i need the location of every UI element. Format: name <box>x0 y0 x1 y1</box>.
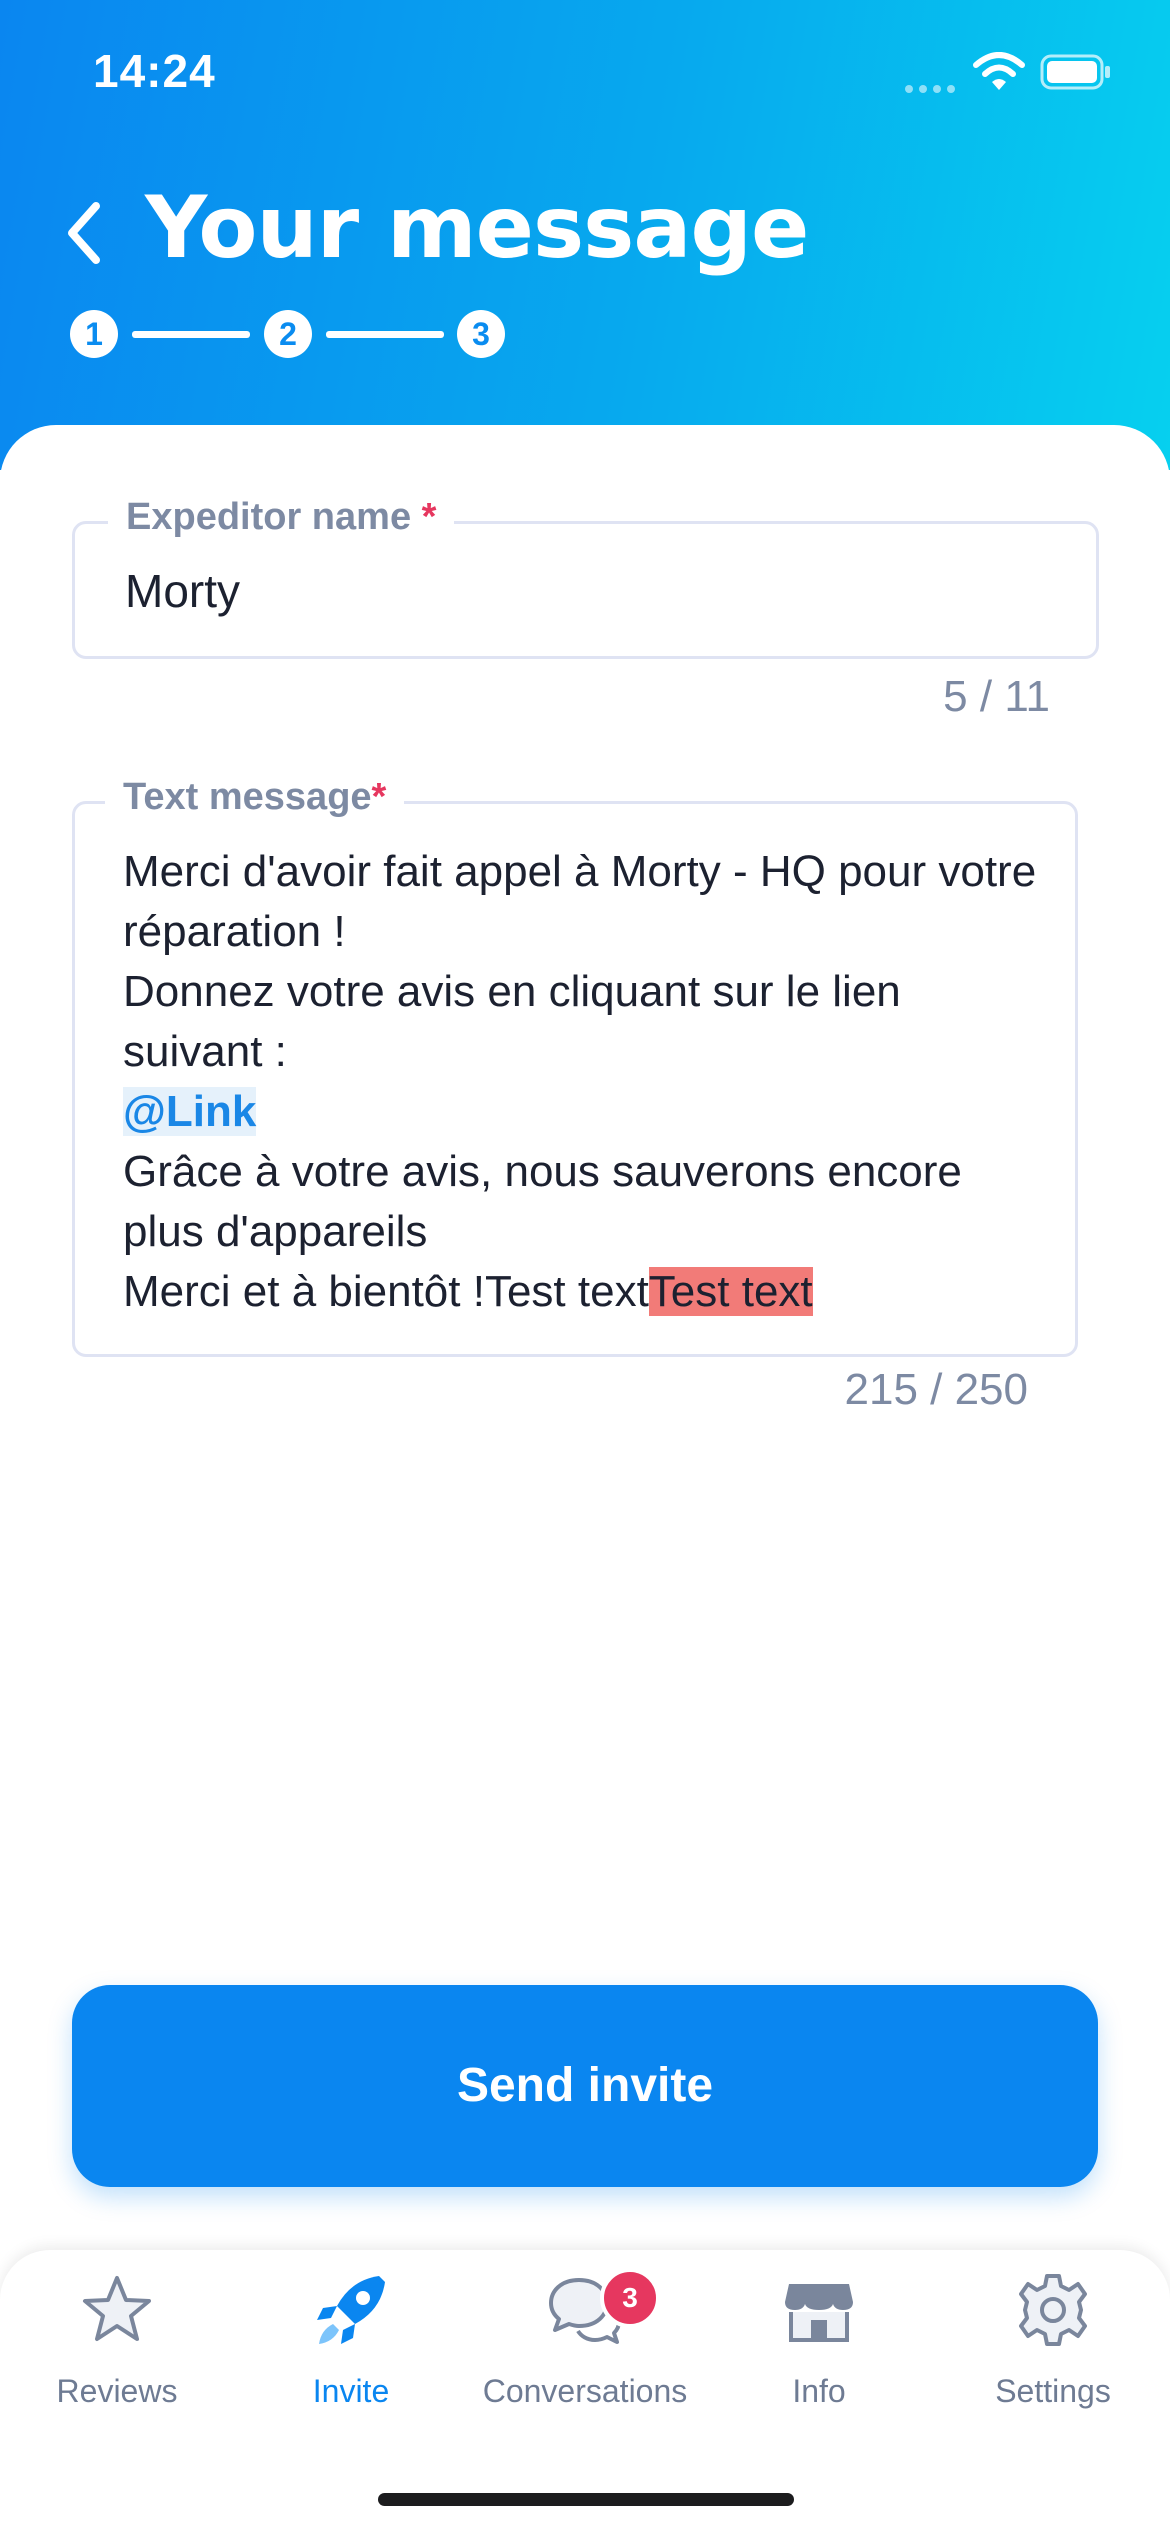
expeditor-name-field[interactable]: Expeditor name * Morty <box>72 496 1099 659</box>
star-icon <box>83 2276 151 2341</box>
home-indicator <box>378 2493 794 2506</box>
step-1-indicator: 1 <box>70 310 118 358</box>
form-card: Expeditor name * Morty 5 / 11 Text messa… <box>0 425 1170 2532</box>
tab-invite[interactable]: Invite <box>234 2270 468 2420</box>
link-placeholder[interactable]: @Link <box>123 1087 257 1136</box>
rocket-icon <box>317 2276 385 2344</box>
step-connector <box>326 331 444 338</box>
tab-label: Settings <box>995 2373 1111 2409</box>
over-limit-highlight: Test text <box>648 1267 813 1316</box>
wifi-icon <box>973 52 1025 90</box>
battery-icon <box>1040 54 1110 90</box>
tab-bar: Reviews Invite 3 Conversations Info Sett… <box>0 2250 1170 2532</box>
progress-stepper: 1 2 3 <box>70 310 510 362</box>
text-message-field[interactable]: Text message* Merci d'avoir fait appel à… <box>72 776 1078 1357</box>
tab-info[interactable]: Info <box>702 2270 936 2420</box>
text-message-content[interactable]: Merci d'avoir fait appel à Morty - HQ po… <box>123 842 1043 1322</box>
send-invite-button[interactable]: Send invite <box>72 1985 1098 2187</box>
step-3-indicator: 3 <box>457 310 505 358</box>
message-line: Merci et à bientôt !Test text <box>123 1267 649 1316</box>
expeditor-name-label: Expeditor name * <box>108 496 455 539</box>
text-message-label: Text message* <box>105 776 405 819</box>
expeditor-name-value[interactable]: Morty <box>125 564 240 618</box>
cellular-signal-icon <box>905 80 961 93</box>
page-title: Your message <box>145 178 809 278</box>
tab-conversations[interactable]: 3 Conversations <box>468 2268 702 2420</box>
tab-label: Info <box>792 2373 846 2409</box>
tab-settings[interactable]: Settings <box>936 2270 1170 2420</box>
text-message-counter: 215 / 250 <box>844 1365 1029 1414</box>
tab-label: Invite <box>312 2373 390 2409</box>
header: 14:24 Your message 1 2 3 <box>0 0 1170 470</box>
back-arrow-icon[interactable] <box>60 198 110 268</box>
tab-reviews[interactable]: Reviews <box>0 2270 234 2420</box>
tab-label: Conversations <box>482 2373 688 2409</box>
store-icon <box>785 2284 853 2342</box>
status-time: 14:24 <box>93 45 216 97</box>
message-line: Donnez votre avis en cliquant sur le lie… <box>123 967 901 1076</box>
step-2-indicator: 2 <box>264 310 312 358</box>
step-connector <box>132 331 250 338</box>
tab-label: Reviews <box>56 2373 178 2409</box>
message-line: Merci d'avoir fait appel à Morty - HQ po… <box>123 847 1037 956</box>
message-line: Grâce à votre avis, nous sauverons encor… <box>123 1147 962 1256</box>
gear-icon <box>1019 2274 1087 2346</box>
unread-badge: 3 <box>600 2268 660 2328</box>
expeditor-name-counter: 5 / 11 <box>943 672 1050 721</box>
